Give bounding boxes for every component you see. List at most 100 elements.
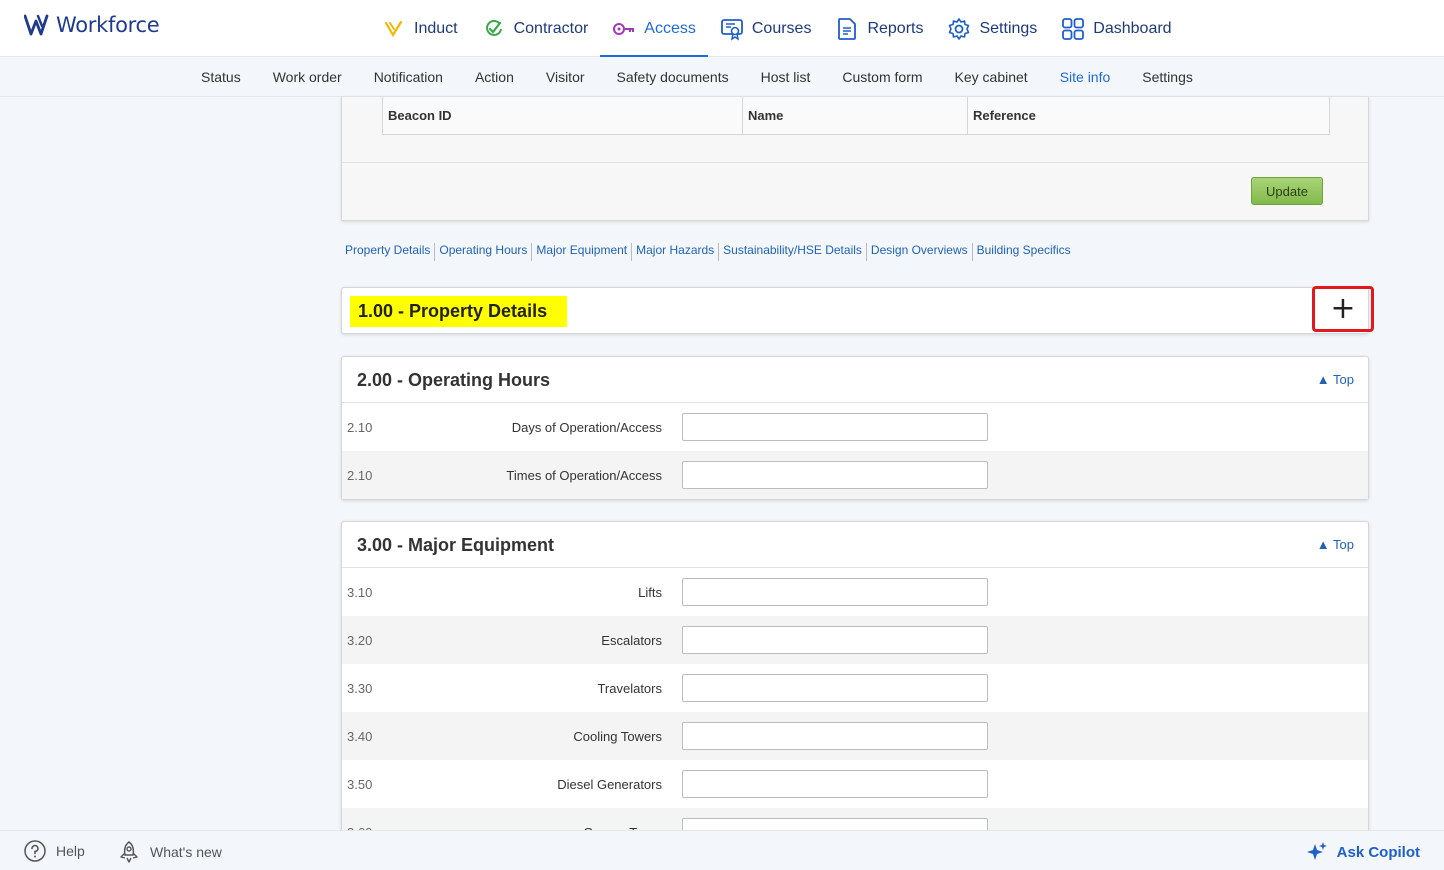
lifts-input[interactable]	[682, 578, 988, 606]
brand-name: Workforce	[56, 13, 160, 37]
help-button[interactable]: Help	[24, 840, 85, 862]
form-row: 3.10 Lifts	[342, 568, 1368, 616]
field-label: Lifts	[638, 585, 662, 600]
subnav-key-cabinet[interactable]: Key cabinet	[939, 57, 1044, 97]
subnav-site-info[interactable]: Site info	[1044, 57, 1127, 97]
section-property-details: 1.00 - Property Details +	[341, 286, 1374, 334]
access-sub-navigation: Status Work order Notification Action Vi…	[0, 57, 1444, 97]
top-navigation-bar: Workforce Induct Contractor Access Cours…	[0, 0, 1444, 57]
escalators-input[interactable]	[682, 626, 988, 654]
whats-new-label: What's new	[150, 844, 222, 860]
subnav-action[interactable]: Action	[459, 57, 530, 97]
ask-copilot-label: Ask Copilot	[1336, 843, 1420, 861]
beacon-table: Beacon ID Name Reference	[382, 97, 1330, 135]
row-number: 3.50	[347, 777, 373, 792]
beacon-id-header: Beacon ID	[388, 107, 452, 123]
help-label: Help	[56, 843, 85, 859]
nav-reports-label: Reports	[867, 19, 924, 37]
induct-icon	[382, 17, 406, 41]
row-number: 3.10	[347, 585, 373, 600]
nav-access[interactable]: Access	[600, 0, 708, 57]
field-label: Travelators	[597, 681, 662, 696]
row-number: 3.20	[347, 633, 373, 648]
link-operating-hours[interactable]: Operating Hours	[434, 243, 531, 261]
link-sustainability-hse[interactable]: Sustainability/HSE Details	[718, 243, 866, 261]
nav-dashboard-label: Dashboard	[1093, 19, 1172, 37]
expand-section-button[interactable]: +	[1312, 286, 1374, 332]
link-property-details[interactable]: Property Details	[345, 243, 434, 261]
plus-icon: +	[1330, 291, 1356, 326]
footer-bar: Help What's new Ask Copilot	[0, 830, 1444, 870]
nav-settings[interactable]: Settings	[935, 0, 1049, 57]
whats-new-button[interactable]: What's new	[118, 840, 222, 864]
form-row: 3.20 Escalators	[342, 616, 1368, 664]
field-label: Diesel Generators	[557, 777, 662, 792]
subnav-visitor[interactable]: Visitor	[530, 57, 601, 97]
travelators-input[interactable]	[682, 674, 988, 702]
subnav-work-order[interactable]: Work order	[257, 57, 358, 97]
subnav-custom-form[interactable]: Custom form	[826, 57, 938, 97]
link-design-overviews[interactable]: Design Overviews	[865, 243, 972, 261]
access-key-icon	[612, 17, 636, 41]
field-label: Times of Operation/Access	[506, 468, 662, 483]
help-icon	[24, 840, 46, 862]
nav-courses-label: Courses	[751, 19, 812, 37]
form-row: 2.10 Days of Operation/Access	[342, 403, 1368, 451]
nav-settings-label: Settings	[979, 19, 1038, 37]
days-of-operation-input[interactable]	[682, 413, 988, 441]
site-info-content: Beacon ID Name Reference Update Property…	[341, 97, 1374, 857]
sparkle-icon	[1306, 842, 1327, 860]
nav-induct[interactable]: Induct	[370, 0, 470, 57]
ask-copilot-button[interactable]: Ask Copilot	[1305, 840, 1420, 864]
subnav-status[interactable]: Status	[185, 57, 257, 97]
times-of-operation-input[interactable]	[682, 461, 988, 489]
form-row: 3.30 Travelators	[342, 664, 1368, 712]
form-row: 3.40 Cooling Towers	[342, 712, 1368, 760]
gear-icon	[947, 17, 971, 41]
reports-icon	[835, 17, 859, 41]
form-row: 2.10 Times of Operation/Access	[342, 451, 1368, 499]
section-equipment-title: 3.00 - Major Equipment	[357, 535, 555, 555]
section-operating-title: 2.00 - Operating Hours	[357, 370, 551, 390]
field-label: Escalators	[601, 633, 662, 648]
nav-contractor[interactable]: Contractor	[470, 0, 601, 57]
row-number: 2.10	[347, 420, 373, 435]
row-number: 3.30	[347, 681, 373, 696]
row-number: 2.10	[347, 468, 373, 483]
nav-dashboard[interactable]: Dashboard	[1049, 0, 1183, 57]
back-to-top-link[interactable]: ▲ Top	[1317, 372, 1354, 387]
nav-reports[interactable]: Reports	[823, 0, 935, 57]
subnav-settings[interactable]: Settings	[1126, 57, 1209, 97]
section-major-equipment: 3.00 - Major Equipment ▲ Top 3.10 Lifts …	[341, 521, 1369, 857]
nav-courses[interactable]: Courses	[708, 0, 824, 57]
field-label: Days of Operation/Access	[511, 420, 662, 435]
subnav-notification[interactable]: Notification	[358, 57, 459, 97]
subnav-host-list[interactable]: Host list	[745, 57, 827, 97]
section-operating-hours: 2.00 - Operating Hours ▲ Top 2.10 Days o…	[341, 356, 1369, 500]
up-triangle-icon: ▲	[1316, 537, 1330, 552]
section-links: Property Details Operating Hours Major E…	[341, 243, 1369, 261]
nav-access-label: Access	[644, 19, 696, 37]
link-major-hazards[interactable]: Major Hazards	[631, 243, 718, 261]
nav-contractor-label: Contractor	[513, 19, 589, 37]
update-button[interactable]: Update	[1251, 177, 1323, 205]
up-triangle-icon: ▲	[1316, 372, 1330, 387]
workforce-logo-icon	[24, 14, 49, 36]
beacon-name-header: Name	[742, 97, 968, 134]
workforce-logo[interactable]: Workforce	[24, 13, 160, 37]
diesel-generators-input[interactable]	[682, 770, 988, 798]
link-building-specifics[interactable]: Building Specifics	[971, 243, 1075, 261]
contractor-icon	[482, 17, 506, 41]
link-major-equipment[interactable]: Major Equipment	[531, 243, 631, 261]
dashboard-grid-icon	[1061, 17, 1085, 41]
field-label: Cooling Towers	[573, 729, 662, 744]
cooling-towers-input[interactable]	[682, 722, 988, 750]
subnav-safety-documents[interactable]: Safety documents	[601, 57, 745, 97]
beacon-panel: Beacon ID Name Reference Update	[341, 97, 1369, 221]
rocket-icon	[120, 841, 138, 863]
courses-icon	[720, 17, 744, 41]
section-property-title: 1.00 - Property Details	[358, 301, 548, 321]
back-to-top-link[interactable]: ▲ Top	[1317, 537, 1354, 552]
nav-induct-label: Induct	[414, 19, 458, 37]
beacon-reference-header: Reference	[967, 97, 1330, 134]
